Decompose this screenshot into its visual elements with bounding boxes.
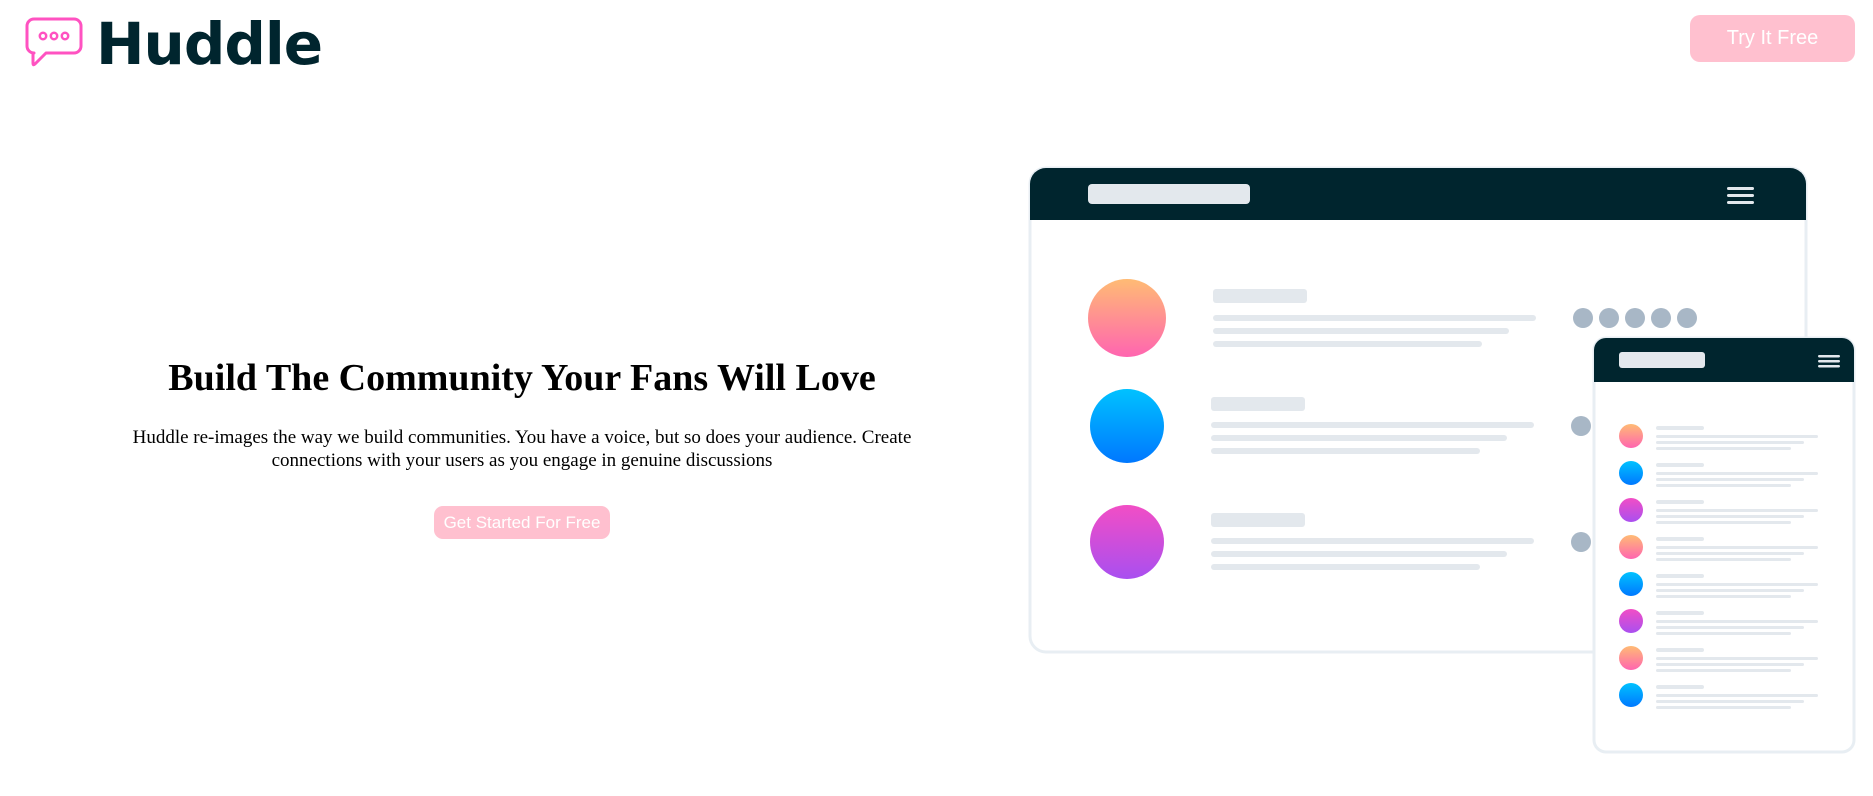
hero-title: Build The Community Your Fans Will Love xyxy=(168,357,876,399)
avatar xyxy=(1090,389,1164,463)
site-header: Huddle Try It Free xyxy=(0,0,1873,90)
logo[interactable]: Huddle xyxy=(24,10,323,78)
avatar xyxy=(1090,505,1164,579)
speech-bubble-icon xyxy=(25,17,83,67)
hero-illustration xyxy=(1028,164,1856,754)
get-started-button[interactable]: Get Started For Free xyxy=(434,506,610,539)
avatar xyxy=(1088,279,1166,357)
brand-name: Huddle xyxy=(96,10,323,78)
hamburger-menu-icon xyxy=(1818,355,1840,368)
mockup-illustration xyxy=(1028,166,1856,754)
hero-section: Build The Community Your Fans Will Love … xyxy=(120,350,924,539)
hero-description: Huddle re-images the way we build commun… xyxy=(132,427,912,471)
mobile-mockup xyxy=(1592,336,1856,754)
hamburger-menu-icon xyxy=(1727,187,1754,204)
try-it-free-button[interactable]: Try It Free xyxy=(1690,15,1855,62)
